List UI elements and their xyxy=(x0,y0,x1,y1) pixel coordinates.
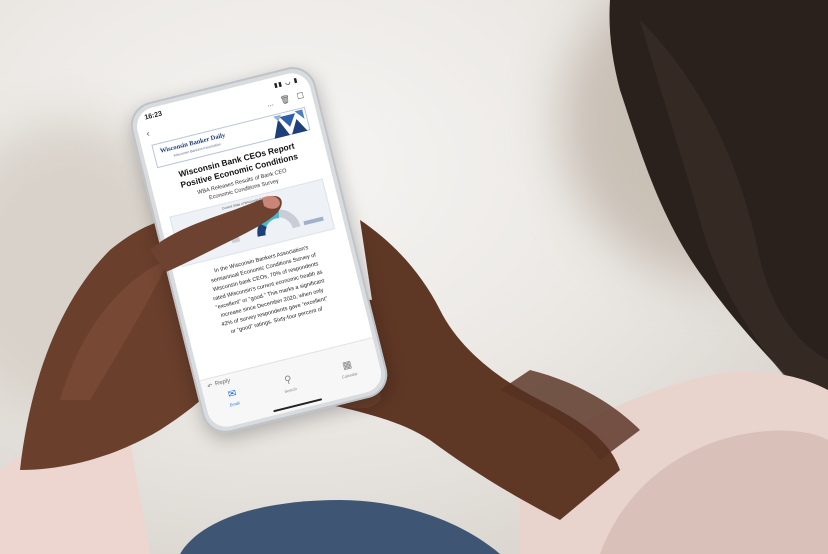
smartphone: 16:23 ▮▮ ◡ ▮ ‹ ... 🗑 ☐ Wisconsin Banker … xyxy=(125,62,393,438)
chevron-left-icon[interactable]: ‹ xyxy=(145,128,150,138)
figure-logo xyxy=(303,216,324,226)
tab-calendar-label: Calendar xyxy=(341,370,359,380)
reply-label: Reply xyxy=(214,377,231,388)
phone-layer: 16:23 ▮▮ ◡ ▮ ‹ ... 🗑 ☐ Wisconsin Banker … xyxy=(0,0,828,554)
tab-email-label: Email xyxy=(229,400,241,408)
more-icon[interactable]: ... xyxy=(266,98,275,108)
gauge-left xyxy=(197,224,241,252)
reply-arrow-icon: ↶ xyxy=(207,383,214,391)
phone-screen: 16:23 ▮▮ ◡ ▮ ‹ ... 🗑 ☐ Wisconsin Banker … xyxy=(132,69,386,431)
reply-button[interactable]: ↶ Reply xyxy=(207,378,231,390)
gauge-right xyxy=(257,209,301,237)
photo-scene: 16:23 ▮▮ ◡ ▮ ‹ ... 🗑 ☐ Wisconsin Banker … xyxy=(0,0,828,554)
status-time: 16:23 xyxy=(143,110,163,122)
mail-icon: ✉ xyxy=(226,387,238,401)
search-icon: ⚲ xyxy=(283,374,294,387)
archive-icon[interactable]: ☐ xyxy=(296,90,305,100)
tab-search-label: Search xyxy=(283,386,298,394)
tab-calendar[interactable]: ▦ Calendar xyxy=(338,359,359,380)
calendar-icon: ▦ xyxy=(341,359,354,373)
tab-email[interactable]: ✉ Email xyxy=(226,387,241,408)
trash-icon[interactable]: 🗑 xyxy=(279,94,291,105)
tab-search[interactable]: ⚲ Search xyxy=(281,374,297,394)
banner-triangles-logo xyxy=(273,109,308,139)
